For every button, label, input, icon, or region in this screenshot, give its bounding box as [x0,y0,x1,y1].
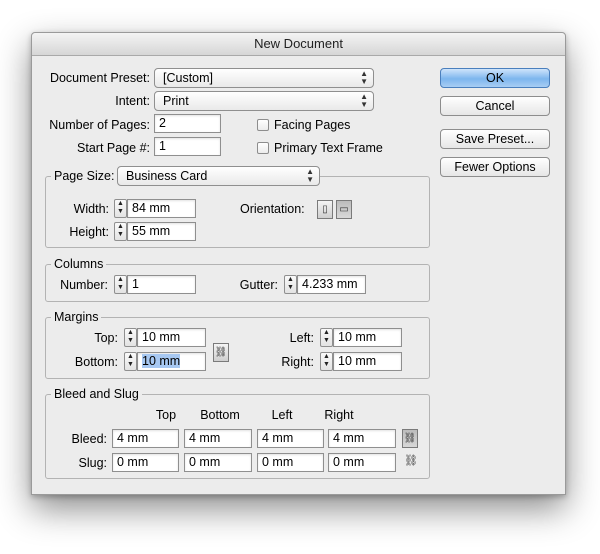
slug-link-icon[interactable]: ⛓ [404,454,418,467]
select-arrows-icon: ▲ ▼ [306,167,314,184]
document-preset-value: [Custom] [163,71,214,85]
margin-left-label: Left: [289,331,314,345]
height-stepper[interactable]: ▲ ▼ [114,222,127,241]
bleed-slug-legend: Bleed and Slug [51,387,142,401]
columns-number-stepper[interactable]: ▲ ▼ [114,275,127,294]
height-field[interactable]: 55 mm [127,222,196,241]
bleed-header-right: Right [324,408,354,422]
height-label: Height: [69,225,109,239]
margin-top-stepper[interactable]: ▲ ▼ [124,328,137,347]
page-size-select[interactable]: Business Card ▲ ▼ [117,166,320,186]
fewer-options-button[interactable]: Fewer Options [440,157,550,177]
portrait-orientation-icon[interactable]: ▯ [317,200,333,219]
slug-top-field[interactable]: 0 mm [112,453,179,472]
margin-bottom-label: Bottom: [74,355,118,369]
slug-label: Slug: [78,456,108,470]
page-size-label: Page Size: [51,169,118,183]
margin-right-field[interactable]: 10 mm [333,352,402,371]
start-page-field[interactable]: 1 [154,137,221,156]
margin-top-field[interactable]: 10 mm [137,328,206,347]
gutter-label: Gutter: [239,278,278,292]
slug-right-field[interactable]: 0 mm [328,453,396,472]
bleed-bottom-field[interactable]: 4 mm [184,429,252,448]
bleed-link-icon[interactable]: ⛓ [402,429,418,448]
intent-select[interactable]: Print ▲ ▼ [154,91,374,111]
select-arrows-icon: ▲ ▼ [360,92,368,109]
slug-left-field[interactable]: 0 mm [257,453,324,472]
bleed-label: Bleed: [71,432,107,446]
bleed-header-top: Top [155,408,177,422]
margin-left-field[interactable]: 10 mm [333,328,402,347]
orientation-label: Orientation: [240,202,305,216]
bleed-top-field[interactable]: 4 mm [112,429,179,448]
margin-right-label: Right: [281,355,314,369]
select-arrows-icon: ▲ ▼ [360,69,368,86]
start-page-label: Start Page #: [77,141,150,155]
landscape-orientation-icon[interactable]: ▭ [336,200,352,219]
bleed-header-bottom: Bottom [200,408,240,422]
bleed-right-field[interactable]: 4 mm [328,429,396,448]
new-document-dialog: New Document Document Preset: [Custom] ▲… [31,32,566,495]
columns-legend: Columns [51,257,107,271]
margin-left-stepper[interactable]: ▲ ▼ [320,328,333,347]
primary-text-frame-checkbox[interactable] [257,142,269,154]
page-size-value: Business Card [126,169,208,183]
margin-bottom-stepper[interactable]: ▲ ▼ [124,352,137,371]
primary-text-frame-label: Primary Text Frame [274,141,383,155]
width-stepper[interactable]: ▲ ▼ [114,199,127,218]
cancel-button[interactable]: Cancel [440,96,550,116]
gutter-stepper[interactable]: ▲ ▼ [284,275,297,294]
margin-right-stepper[interactable]: ▲ ▼ [320,352,333,371]
document-preset-select[interactable]: [Custom] ▲ ▼ [154,68,374,88]
margin-bottom-value: 10 mm [142,354,181,368]
bleed-left-field[interactable]: 4 mm [257,429,324,448]
save-preset-button[interactable]: Save Preset... [440,129,550,149]
columns-number-label: Number: [60,278,108,292]
columns-number-field[interactable]: 1 [127,275,196,294]
width-field[interactable]: 84 mm [127,199,196,218]
intent-label: Intent: [115,94,150,108]
margin-top-label: Top: [94,331,118,345]
bleed-header-left: Left [271,408,293,422]
facing-pages-label: Facing Pages [274,118,351,132]
margin-bottom-field[interactable]: 10 mm [137,352,206,371]
margins-link-icon[interactable]: ⛓ [213,343,229,362]
width-label: Width: [73,202,109,216]
window-title: New Document [32,33,565,56]
gutter-field[interactable]: 4.233 mm [297,275,366,294]
number-of-pages-label: Number of Pages: [49,118,150,132]
document-preset-label: Document Preset: [49,71,150,85]
number-of-pages-field[interactable]: 2 [154,114,221,133]
facing-pages-checkbox[interactable] [257,119,269,131]
slug-bottom-field[interactable]: 0 mm [184,453,252,472]
margins-legend: Margins [51,310,102,324]
intent-value: Print [163,94,189,108]
ok-button[interactable]: OK [440,68,550,88]
